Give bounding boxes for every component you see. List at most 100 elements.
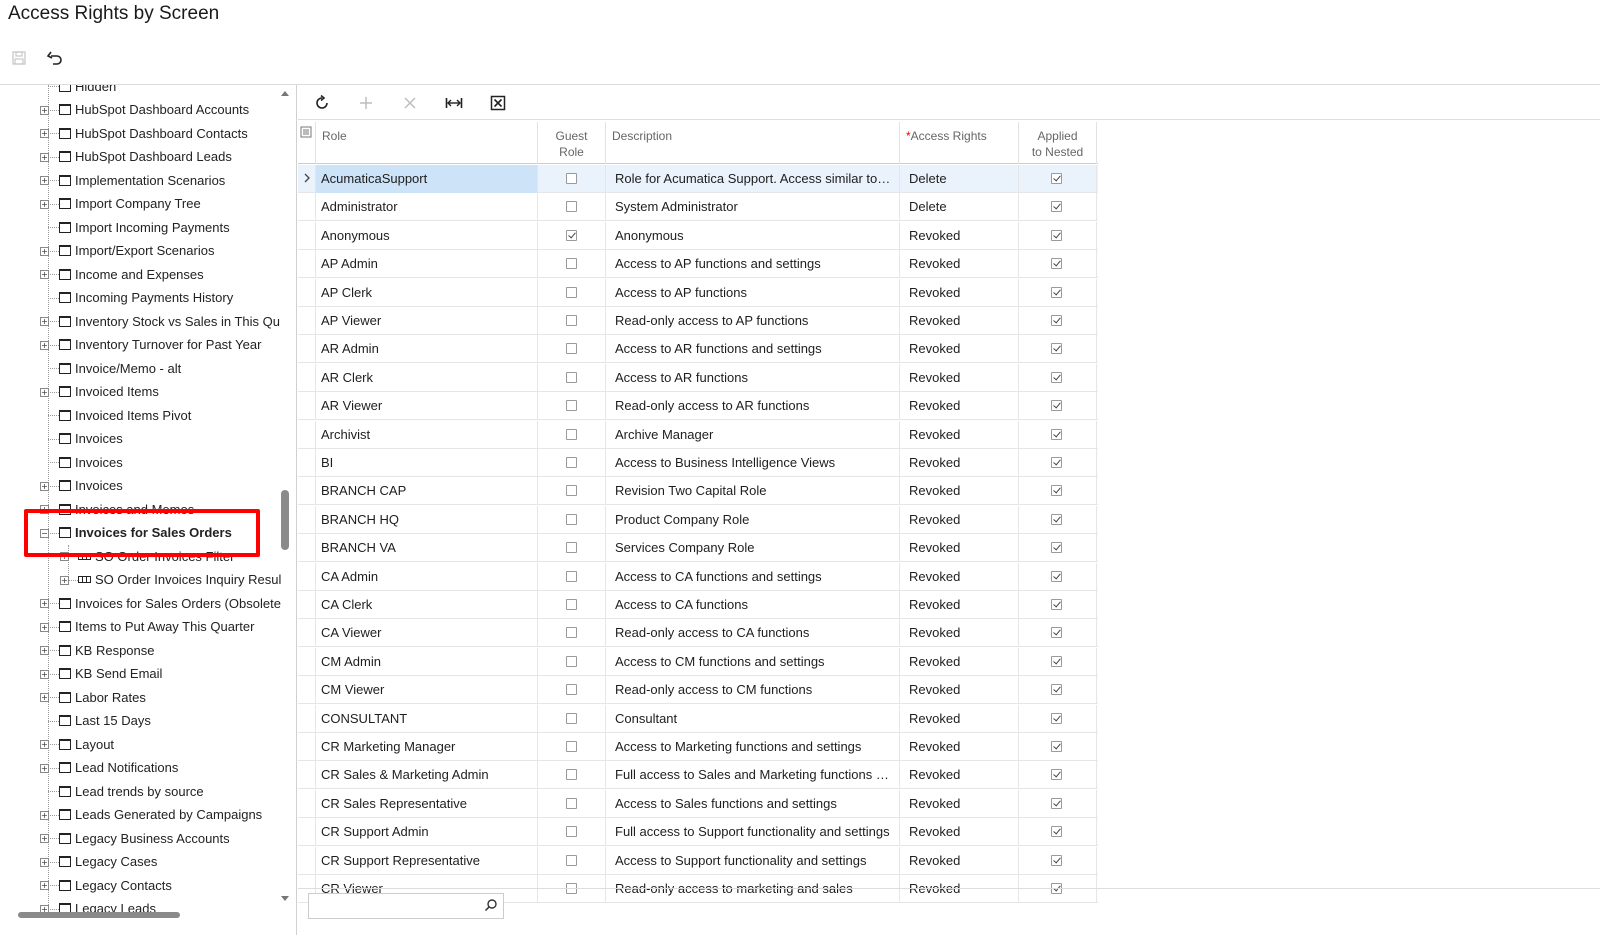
- guest-role-cell[interactable]: [538, 221, 606, 250]
- tree-item[interactable]: Leads Generated by Campaigns: [59, 803, 262, 827]
- tree-item[interactable]: Legacy Contacts: [59, 873, 172, 897]
- table-row[interactable]: BRANCH CAP Revision Two Capital Role Revok…: [298, 477, 1098, 506]
- access-rights-cell[interactable]: Revoked: [900, 761, 1019, 790]
- applied-to-nested-checkbox[interactable]: [1051, 201, 1062, 213]
- expand-icon[interactable]: +: [40, 176, 49, 185]
- access-rights-cell[interactable]: Revoked: [900, 363, 1019, 392]
- role-cell[interactable]: AR Viewer: [316, 392, 538, 421]
- access-rights-cell[interactable]: Revoked: [900, 704, 1019, 733]
- expand-icon[interactable]: +: [40, 740, 49, 749]
- guest-role-checkbox[interactable]: [566, 741, 577, 752]
- guest-role-cell[interactable]: [538, 761, 606, 790]
- tree-item[interactable]: Import/Export Scenarios: [59, 239, 214, 263]
- table-row[interactable]: BRANCH HQ Product Company Role Revoked: [298, 505, 1098, 534]
- guest-role-checkbox[interactable]: [566, 400, 577, 412]
- row-indicator[interactable]: [298, 505, 316, 534]
- guest-role-cell[interactable]: [538, 846, 606, 875]
- role-cell[interactable]: AP Viewer: [316, 307, 538, 335]
- description-cell[interactable]: Access to AP functions and settings: [606, 250, 900, 279]
- access-rights-cell[interactable]: Revoked: [900, 676, 1019, 705]
- guest-role-cell[interactable]: [538, 477, 606, 506]
- tree-item[interactable]: Lead Notifications: [59, 756, 178, 780]
- table-row[interactable]: CA Clerk Access to CA functions Revoked: [298, 591, 1098, 619]
- expand-icon[interactable]: +: [40, 199, 49, 209]
- expand-icon[interactable]: +: [40, 857, 49, 867]
- guest-role-checkbox[interactable]: [566, 371, 577, 383]
- applied-to-nested-cell[interactable]: [1019, 676, 1097, 705]
- role-cell[interactable]: Archivist: [316, 420, 538, 449]
- table-row[interactable]: CA Viewer Read-only access to CA function…: [298, 619, 1098, 648]
- table-row[interactable]: AP Clerk Access to AP functions Revoked: [298, 278, 1098, 307]
- guest-role-cell[interactable]: [538, 250, 606, 279]
- role-cell[interactable]: Administrator: [316, 193, 538, 222]
- applied-to-nested-checkbox[interactable]: [1051, 655, 1062, 667]
- row-indicator[interactable]: [298, 392, 316, 421]
- table-row[interactable]: Archivist Archive Manager Revoked: [298, 420, 1098, 449]
- table-row[interactable]: AR Viewer Read-only access to AR function…: [298, 392, 1098, 421]
- table-row[interactable]: CR Support Representative Access to Suppo…: [298, 846, 1098, 875]
- expand-icon[interactable]: +: [40, 810, 49, 820]
- description-cell[interactable]: Services Company Role: [606, 534, 900, 563]
- guest-role-cell[interactable]: [538, 449, 606, 477]
- row-indicator[interactable]: [298, 761, 316, 790]
- role-cell[interactable]: AR Admin: [316, 335, 538, 364]
- row-indicator[interactable]: [298, 477, 316, 506]
- guest-role-cell[interactable]: [538, 392, 606, 421]
- table-row[interactable]: CR Sales & Marketing Admin Full access to…: [298, 761, 1098, 790]
- guest-role-cell[interactable]: [538, 562, 606, 591]
- row-indicator[interactable]: [298, 420, 316, 449]
- applied-to-nested-cell[interactable]: [1019, 846, 1097, 875]
- role-cell[interactable]: CR Support Representative: [316, 846, 538, 875]
- description-cell[interactable]: Full access to Support functionality and…: [606, 818, 900, 847]
- description-cell[interactable]: Access to AR functions and settings: [606, 335, 900, 364]
- access-rights-cell[interactable]: Revoked: [900, 250, 1019, 279]
- applied-to-nested-checkbox[interactable]: [1051, 769, 1062, 781]
- screen-tree[interactable]: Hidden + HubSpot Dashboard Accounts + HubSpo…: [0, 85, 297, 935]
- applied-to-nested-checkbox[interactable]: [1051, 570, 1062, 582]
- guest-role-checkbox[interactable]: [566, 797, 577, 809]
- row-indicator[interactable]: [298, 307, 316, 335]
- access-rights-cell[interactable]: Revoked: [900, 647, 1019, 676]
- applied-to-nested-checkbox[interactable]: [1051, 173, 1062, 184]
- column-settings-button[interactable]: [298, 122, 316, 164]
- applied-to-nested-checkbox[interactable]: [1051, 343, 1062, 355]
- applied-to-nested-cell[interactable]: [1019, 591, 1097, 619]
- description-cell[interactable]: Access to AR functions: [606, 363, 900, 392]
- role-cell[interactable]: CONSULTANT: [316, 704, 538, 733]
- tree-item[interactable]: Labor Rates: [59, 685, 146, 709]
- description-cell[interactable]: Access to AP functions: [606, 278, 900, 307]
- access-rights-cell[interactable]: Revoked: [900, 449, 1019, 477]
- tree-item[interactable]: Invoices for Sales Orders (Obsolete: [59, 591, 281, 615]
- fit-to-screen-button[interactable]: [442, 91, 466, 115]
- search-input[interactable]: [309, 894, 479, 918]
- access-rights-cell[interactable]: Revoked: [900, 733, 1019, 761]
- applied-to-nested-cell[interactable]: [1019, 307, 1097, 335]
- expand-icon[interactable]: +: [40, 317, 49, 326]
- table-row[interactable]: Administrator System Administrator Delete: [298, 193, 1098, 222]
- tree-item[interactable]: Income and Expenses: [59, 262, 204, 286]
- applied-to-nested-checkbox[interactable]: [1051, 542, 1062, 554]
- expand-icon[interactable]: +: [40, 105, 49, 115]
- tree-item[interactable]: Import Company Tree: [59, 192, 201, 216]
- applied-to-nested-cell[interactable]: [1019, 165, 1097, 193]
- row-indicator[interactable]: [298, 676, 316, 705]
- guest-role-cell[interactable]: [538, 335, 606, 364]
- tree-item[interactable]: Invoiced Items: [59, 380, 159, 404]
- table-row[interactable]: Anonymous Anonymous Revoked: [298, 221, 1098, 250]
- description-cell[interactable]: Access to Business Intelligence Views: [606, 449, 900, 477]
- description-cell[interactable]: Anonymous: [606, 221, 900, 250]
- table-row[interactable]: CM Admin Access to CM functions and setti…: [298, 647, 1098, 676]
- tree-item[interactable]: Lead trends by source: [59, 779, 204, 803]
- row-indicator[interactable]: [298, 165, 316, 193]
- tree-item[interactable]: KB Response: [59, 638, 155, 662]
- row-indicator[interactable]: [298, 193, 316, 222]
- guest-role-checkbox[interactable]: [566, 769, 577, 781]
- description-cell[interactable]: Full access to Sales and Marketing funct…: [606, 761, 900, 790]
- applied-to-nested-cell[interactable]: [1019, 505, 1097, 534]
- refresh-button[interactable]: [310, 91, 334, 115]
- table-row[interactable]: AR Admin Access to AR functions and setti…: [298, 335, 1098, 364]
- access-rights-cell[interactable]: Revoked: [900, 619, 1019, 648]
- tree-item[interactable]: Legacy Business Accounts: [59, 826, 230, 850]
- expand-icon[interactable]: +: [40, 481, 49, 491]
- expand-icon[interactable]: +: [40, 340, 49, 350]
